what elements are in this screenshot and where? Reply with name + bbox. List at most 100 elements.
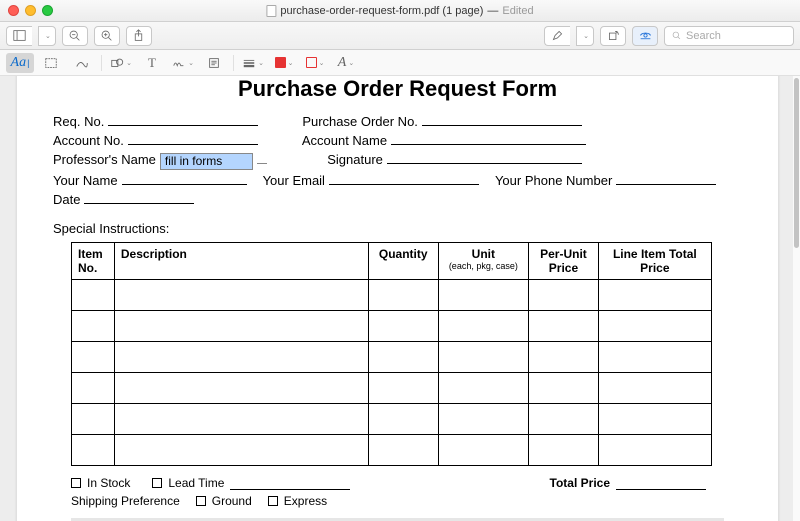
your-email-label: Your Email [263, 173, 325, 188]
zoom-out-icon [68, 29, 81, 42]
ground-label: Ground [212, 494, 252, 508]
special-instructions-label: Special Instructions: [53, 221, 742, 236]
shapes-tool[interactable]: ⌄ [107, 53, 135, 73]
pdf-page: Purchase Order Request Form Req. No. Pur… [17, 76, 778, 521]
date-label: Date [53, 192, 80, 207]
chevron-down-icon: ⌄ [583, 32, 589, 40]
signature-label: Signature [327, 152, 383, 167]
sidebar-toggle-button[interactable] [6, 26, 32, 46]
search-placeholder: Search [686, 30, 721, 42]
order-table: Item No. Description Quantity Unit(each,… [71, 242, 712, 466]
main-toolbar: ⌄ ⌄ Search [0, 22, 800, 50]
border-color-tool[interactable]: ⌄ [270, 53, 298, 73]
font-icon: A [338, 55, 347, 71]
table-row[interactable] [72, 341, 712, 372]
ship-pref-label: Shipping Preference [71, 494, 180, 508]
chevron-down-icon: ⌄ [126, 59, 132, 67]
edited-status: Edited [502, 5, 533, 17]
express-label: Express [284, 494, 327, 508]
sketch-icon [75, 56, 89, 70]
chevron-down-icon: ⌄ [288, 59, 294, 67]
window-title: purchase-order-request-form.pdf (1 page)… [266, 5, 533, 17]
acct-no-label: Account No. [53, 133, 124, 148]
lead-time-checkbox[interactable] [152, 478, 162, 488]
share-button[interactable] [126, 26, 152, 46]
shapes-icon [110, 56, 124, 70]
signature-icon [172, 56, 186, 70]
highlight-icon [551, 29, 564, 42]
col-item-no: Item No. [72, 242, 115, 279]
rect-select-icon [44, 56, 58, 70]
scrollbar-thumb[interactable] [794, 78, 799, 248]
zoom-out-button[interactable] [62, 26, 88, 46]
col-line-total: Line Item Total Price [598, 242, 711, 279]
share-icon [132, 29, 145, 42]
po-no-field[interactable] [422, 112, 582, 126]
acct-name-label: Account Name [302, 133, 387, 148]
req-no-field[interactable] [108, 112, 258, 126]
text-selection-tool[interactable]: Aa| [6, 53, 34, 73]
col-description: Description [114, 242, 368, 279]
rectangular-selection-tool[interactable] [37, 53, 65, 73]
chevron-down-icon: ⌄ [45, 32, 51, 40]
prof-name-label: Professor's Name [53, 152, 156, 167]
signature-field[interactable] [387, 150, 582, 164]
lead-time-field[interactable] [230, 476, 350, 490]
table-row[interactable] [72, 403, 712, 434]
note-icon [207, 56, 221, 70]
markup-toolbar: Aa| ⌄ T ⌄ ⌄ ⌄ ⌄ A⌄ [0, 50, 800, 76]
fill-color-swatch [275, 57, 286, 68]
total-price-label: Total Price [550, 476, 610, 490]
acct-name-field[interactable] [391, 131, 586, 145]
filename-text: purchase-order-request-form.pdf (1 page) [280, 5, 483, 17]
po-no-label: Purchase Order No. [302, 114, 418, 129]
chevron-down-icon: ⌄ [258, 59, 264, 67]
font-style-tool[interactable]: A⌄ [332, 53, 360, 73]
title-separator: — [487, 5, 498, 17]
document-icon [266, 5, 276, 17]
traffic-lights [8, 5, 53, 16]
your-phone-field[interactable] [616, 171, 716, 185]
col-unit: Unit(each, pkg, case) [438, 242, 528, 279]
chevron-down-icon: ⌄ [319, 59, 325, 67]
table-row[interactable] [72, 279, 712, 310]
note-tool[interactable] [200, 53, 228, 73]
markup-toggle-button[interactable] [632, 26, 658, 46]
search-field[interactable]: Search [664, 26, 794, 46]
page-footer-strip [71, 518, 724, 521]
your-email-field[interactable] [329, 171, 479, 185]
col-unit-price: Per-Unit Price [528, 242, 598, 279]
table-row[interactable] [72, 372, 712, 403]
date-field[interactable] [84, 190, 194, 204]
sidebar-menu-button[interactable]: ⌄ [38, 26, 56, 46]
express-checkbox[interactable] [268, 496, 278, 506]
prof-name-input[interactable]: fill in forms [160, 153, 253, 170]
fill-color-tool[interactable]: ⌄ [301, 53, 329, 73]
stroke-color-swatch [306, 57, 317, 68]
req-no-label: Req. No. [53, 114, 104, 129]
table-row[interactable] [72, 434, 712, 465]
highlight-button[interactable] [544, 26, 570, 46]
your-name-field[interactable] [122, 171, 247, 185]
ground-checkbox[interactable] [196, 496, 206, 506]
acct-no-field[interactable] [128, 131, 258, 145]
in-stock-checkbox[interactable] [71, 478, 81, 488]
zoom-in-button[interactable] [94, 26, 120, 46]
your-phone-label: Your Phone Number [495, 173, 612, 188]
text-tool[interactable]: T [138, 53, 166, 73]
border-style-tool[interactable]: ⌄ [239, 53, 267, 73]
in-stock-label: In Stock [87, 476, 130, 490]
chevron-down-icon: ⌄ [188, 59, 194, 67]
lead-time-label: Lead Time [168, 476, 224, 490]
highlight-menu-button[interactable]: ⌄ [576, 26, 594, 46]
rotate-button[interactable] [600, 26, 626, 46]
document-viewport[interactable]: Purchase Order Request Form Req. No. Pur… [0, 76, 793, 521]
sketch-tool[interactable] [68, 53, 96, 73]
vertical-scrollbar[interactable] [793, 76, 800, 521]
minimize-window-button[interactable] [25, 5, 36, 16]
zoom-window-button[interactable] [42, 5, 53, 16]
sign-tool[interactable]: ⌄ [169, 53, 197, 73]
close-window-button[interactable] [8, 5, 19, 16]
table-row[interactable] [72, 310, 712, 341]
total-price-field[interactable] [616, 476, 706, 490]
